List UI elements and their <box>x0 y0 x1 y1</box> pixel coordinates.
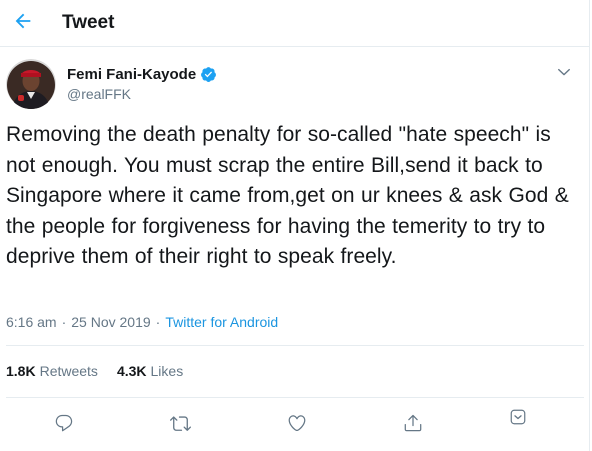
tweet-meta: 6:16 am · 25 Nov 2019 · Twitter for Andr… <box>6 314 278 330</box>
tweet-stats: 1.8K Retweets 4.3K Likes <box>6 363 183 379</box>
retweets-count: 1.8K <box>6 363 36 379</box>
verified-badge-icon <box>200 66 217 83</box>
likes-label: Likes <box>150 363 184 379</box>
chevron-down-icon <box>557 65 571 79</box>
likes-stat[interactable]: 4.3K Likes <box>117 363 183 379</box>
tweet-options-button[interactable] <box>553 61 575 83</box>
author-handle[interactable]: @realFFK <box>67 86 217 102</box>
tweet-time[interactable]: 6:16 am <box>6 314 57 330</box>
page-title: Tweet <box>62 12 115 33</box>
tweet-actions <box>0 405 590 441</box>
author-display-name[interactable]: Femi Fani-Kayode <box>67 66 196 83</box>
retweet-button[interactable] <box>162 405 198 441</box>
divider <box>6 397 584 398</box>
chevron-down-icon <box>509 408 527 426</box>
back-button[interactable] <box>8 6 38 36</box>
reply-button[interactable] <box>46 405 82 441</box>
meta-separator: · <box>155 314 161 330</box>
tweet-header: Tweet <box>0 0 590 47</box>
heart-icon <box>287 413 307 433</box>
retweet-arrows-icon <box>169 413 191 434</box>
retweets-label: Retweets <box>39 363 98 379</box>
meta-separator: · <box>61 314 67 330</box>
tweet-date[interactable]: 25 Nov 2019 <box>71 314 150 330</box>
more-options-button[interactable] <box>500 399 536 435</box>
share-upload-icon <box>403 413 423 433</box>
share-button[interactable] <box>395 405 431 441</box>
like-button[interactable] <box>279 405 315 441</box>
tweet-source-link[interactable]: Twitter for Android <box>165 314 278 330</box>
divider <box>6 345 584 346</box>
tweet-detail: Femi Fani-Kayode @realFFK Removing the d… <box>0 47 590 451</box>
arrow-left-icon <box>12 10 34 32</box>
tweet-text: Removing the death penalty for so-called… <box>6 123 569 268</box>
speech-bubble-icon <box>54 413 74 433</box>
retweets-stat[interactable]: 1.8K Retweets <box>6 363 98 379</box>
avatar[interactable] <box>6 59 56 109</box>
author-block: Femi Fani-Kayode @realFFK <box>67 64 217 102</box>
likes-count: 4.3K <box>116 363 147 379</box>
